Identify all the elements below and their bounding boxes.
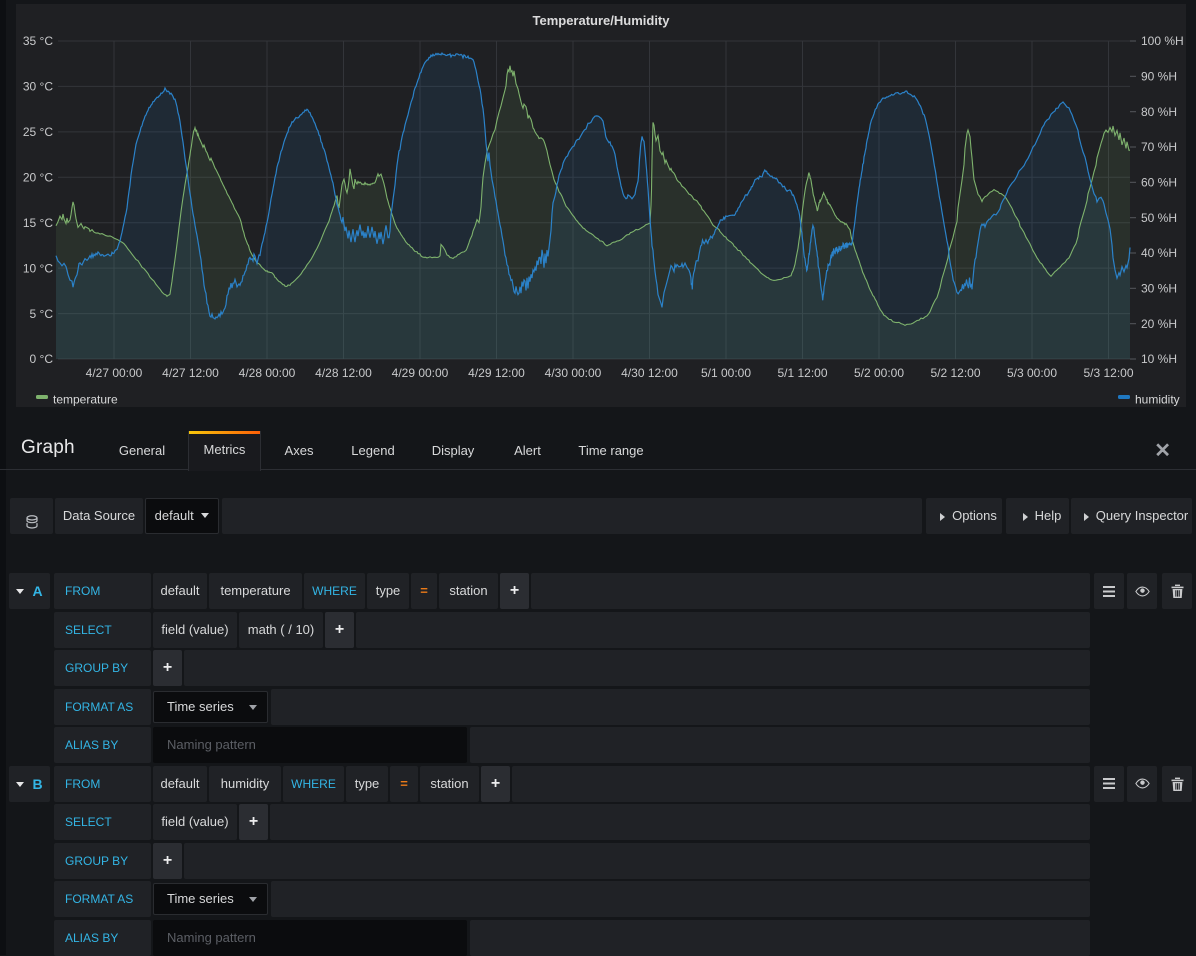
svg-text:70 %H: 70 %H [1141,140,1177,154]
svg-text:20 %H: 20 %H [1141,317,1177,331]
svg-text:5/3 00:00: 5/3 00:00 [1007,366,1057,380]
svg-text:40 %H: 40 %H [1141,246,1177,260]
svg-text:5/2 00:00: 5/2 00:00 [854,366,904,380]
svg-text:4/29 00:00: 4/29 00:00 [392,366,449,380]
svg-text:temperature: temperature [53,393,118,407]
svg-text:30 °C: 30 °C [23,80,53,94]
svg-text:90 %H: 90 %H [1141,70,1177,84]
svg-text:15 °C: 15 °C [23,216,53,230]
svg-text:5/2 12:00: 5/2 12:00 [930,366,980,380]
svg-text:4/27 00:00: 4/27 00:00 [86,366,143,380]
svg-text:4/27 12:00: 4/27 12:00 [162,366,219,380]
svg-text:humidity: humidity [1135,393,1180,407]
svg-text:100 %H: 100 %H [1141,34,1184,48]
svg-text:5 °C: 5 °C [30,307,54,321]
svg-text:4/30 12:00: 4/30 12:00 [621,366,678,380]
svg-text:20 °C: 20 °C [23,171,53,185]
svg-text:4/29 12:00: 4/29 12:00 [468,366,525,380]
svg-text:25 °C: 25 °C [23,125,53,139]
svg-text:80 %H: 80 %H [1141,105,1177,119]
svg-text:5/3 12:00: 5/3 12:00 [1083,366,1133,380]
svg-text:4/30 00:00: 4/30 00:00 [545,366,602,380]
svg-text:5/1 00:00: 5/1 00:00 [701,366,751,380]
svg-text:4/28 00:00: 4/28 00:00 [239,366,296,380]
svg-text:35 °C: 35 °C [23,34,53,48]
svg-text:Temperature/Humidity: Temperature/Humidity [532,13,670,28]
svg-text:10 %H: 10 %H [1141,352,1177,366]
svg-text:60 %H: 60 %H [1141,176,1177,190]
svg-text:30 %H: 30 %H [1141,282,1177,296]
svg-text:4/28 12:00: 4/28 12:00 [315,366,372,380]
svg-text:50 %H: 50 %H [1141,211,1177,225]
svg-text:0 °C: 0 °C [30,352,54,366]
svg-text:10 °C: 10 °C [23,261,53,275]
svg-text:5/1 12:00: 5/1 12:00 [777,366,827,380]
